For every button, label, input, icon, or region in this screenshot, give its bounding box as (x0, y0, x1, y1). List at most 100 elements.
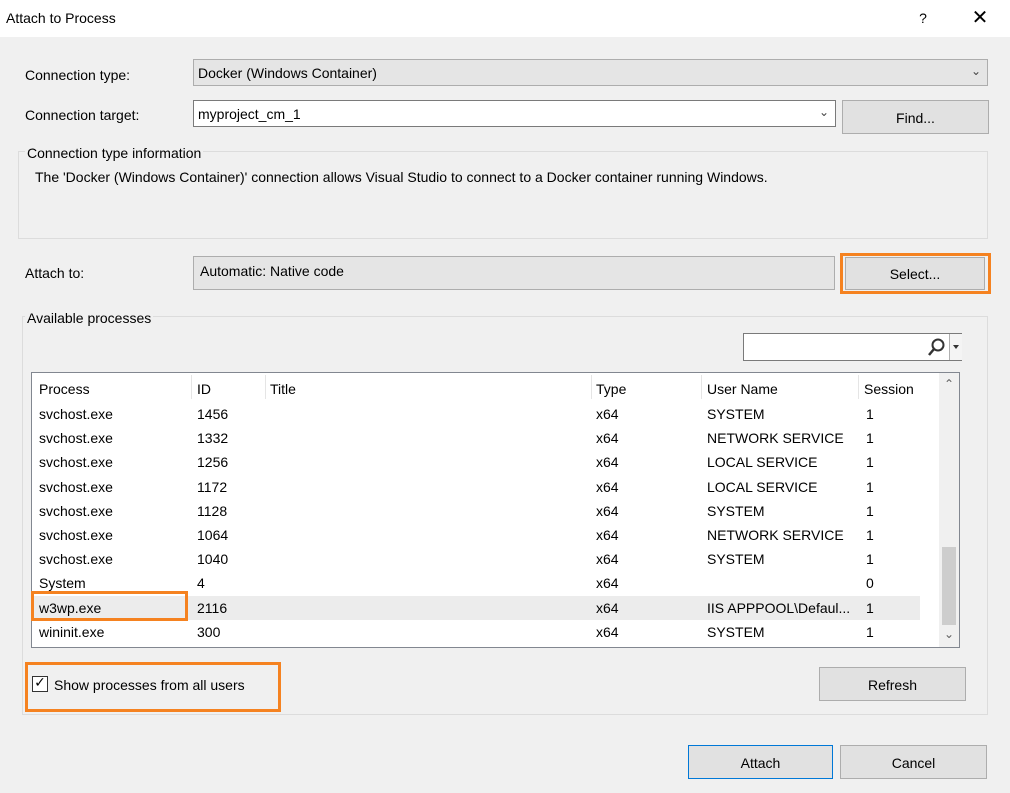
window-title: Attach to Process (6, 10, 116, 26)
cell-user-name: SYSTEM (707, 406, 765, 422)
cell-session: 1 (866, 478, 874, 495)
cell-process: svchost.exe (39, 551, 113, 568)
cell-process: svchost.exe (39, 527, 113, 543)
cell-process: System (39, 575, 86, 592)
column-header-id[interactable]: ID (197, 381, 211, 397)
connection-info-group (18, 151, 988, 239)
process-search-input[interactable] (746, 337, 926, 357)
cell-id: 1172 (197, 478, 228, 495)
connection-type-label: Connection type: (25, 67, 131, 83)
cell-session: 1 (866, 502, 874, 519)
cell-user-name: NETWORK SERVICE (707, 430, 844, 447)
column-header-type[interactable]: Type (596, 381, 626, 397)
column-divider[interactable] (701, 375, 702, 399)
column-divider[interactable] (191, 375, 192, 399)
cell-type: x64 (596, 478, 619, 495)
cell-process: svchost.exe (39, 454, 113, 471)
close-icon: ✕ (971, 7, 989, 29)
table-row[interactable]: svchost.exe 1456 x64 SYSTEM 1 (32, 402, 920, 426)
refresh-button[interactable]: Refresh (819, 667, 966, 701)
cell-type: x64 (596, 502, 619, 519)
scroll-down-icon[interactable]: ⌄ (939, 627, 959, 641)
cell-id: 1456 (197, 406, 229, 422)
cancel-button[interactable]: Cancel (840, 745, 987, 779)
cell-user-name: SYSTEM (707, 551, 765, 568)
cell-session: 1 (866, 454, 874, 471)
cell-user-name: LOCAL SERVICE (707, 478, 818, 495)
cell-id: 1128 (197, 502, 228, 519)
chevron-down-icon[interactable]: ⌄ (819, 105, 829, 119)
scrollbar-thumb[interactable] (942, 547, 956, 625)
cell-type: x64 (596, 551, 619, 568)
connection-target-combobox[interactable]: myproject_cm_1 ⌄ (193, 100, 836, 127)
column-divider[interactable] (591, 375, 592, 399)
search-icon[interactable] (926, 335, 948, 359)
cell-session: 1 (866, 406, 874, 422)
column-divider[interactable] (858, 375, 859, 399)
cell-session: 1 (866, 623, 874, 640)
cell-type: x64 (596, 575, 619, 592)
title-bar: Attach to Process ? ✕ (0, 0, 1010, 37)
connection-type-dropdown[interactable]: Docker (Windows Container) ⌄ (193, 59, 988, 86)
scroll-up-icon[interactable]: ⌃ (939, 377, 959, 391)
column-header-session[interactable]: Session (864, 381, 914, 397)
table-row[interactable]: svchost.exe 1064 x64 NETWORK SERVICE 1 (32, 523, 920, 547)
connection-type-value: Docker (Windows Container) (198, 65, 377, 81)
attach-to-field: Automatic: Native code (193, 256, 835, 290)
process-table-scrollbar[interactable]: ⌃ ⌄ (939, 373, 959, 647)
attach-to-label: Attach to: (25, 265, 85, 281)
cell-session: 1 (866, 599, 874, 616)
table-row[interactable]: svchost.exe 1128 x64 SYSTEM 1 (32, 499, 920, 523)
search-options-dropdown[interactable] (949, 334, 962, 360)
cell-id: 1256 (197, 454, 229, 471)
available-processes-heading: Available processes (25, 310, 154, 326)
cell-id: 1064 (197, 527, 229, 543)
cell-process: svchost.exe (39, 430, 113, 447)
cell-session: 1 (866, 551, 874, 568)
column-header-process[interactable]: Process (39, 381, 90, 397)
select-button-highlight (840, 253, 991, 294)
help-button[interactable]: ? (905, 0, 941, 37)
cell-user-name: SYSTEM (707, 623, 765, 640)
cell-type: x64 (596, 430, 619, 447)
connection-info-heading: Connection type information (25, 145, 204, 161)
cell-process: svchost.exe (39, 502, 113, 519)
w3wp-process-highlight (31, 591, 188, 621)
cell-type: x64 (596, 454, 619, 471)
dropdown-arrow-icon (953, 345, 959, 349)
cell-type: x64 (596, 527, 619, 543)
cell-id: 1332 (197, 430, 229, 447)
attach-to-value: Automatic: Native code (200, 263, 344, 279)
cell-session: 1 (866, 527, 874, 543)
cell-id: 4 (197, 575, 205, 592)
cell-id: 300 (197, 623, 221, 640)
table-row[interactable]: svchost.exe 1172 x64 LOCAL SERVICE 1 (32, 475, 920, 499)
cell-user-name: IIS APPPOOL\Defaul... (707, 599, 851, 616)
cell-user-name: NETWORK SERVICE (707, 527, 844, 543)
table-row[interactable]: svchost.exe 1332 x64 NETWORK SERVICE 1 (32, 426, 920, 450)
cell-process: svchost.exe (39, 406, 113, 422)
cell-session: 1 (866, 430, 874, 447)
column-divider[interactable] (265, 375, 266, 399)
table-row[interactable]: svchost.exe 1040 x64 SYSTEM 1 (32, 547, 920, 571)
column-header-user-name[interactable]: User Name (707, 381, 778, 397)
chevron-down-icon: ⌄ (970, 64, 981, 78)
cell-type: x64 (596, 599, 619, 616)
connection-target-label: Connection target: (25, 107, 140, 123)
connection-target-value: myproject_cm_1 (198, 106, 301, 122)
cell-process: wininit.exe (39, 623, 105, 640)
process-search-box[interactable] (743, 333, 962, 361)
find-button[interactable]: Find... (842, 100, 989, 134)
column-header-title[interactable]: Title (270, 381, 296, 397)
table-row[interactable]: svchost.exe 1256 x64 LOCAL SERVICE 1 (32, 450, 920, 474)
cell-type: x64 (596, 406, 619, 422)
close-button[interactable]: ✕ (960, 0, 1000, 37)
connection-info-text: The 'Docker (Windows Container)' connect… (35, 169, 768, 185)
cell-process: svchost.exe (39, 478, 113, 495)
show-all-users-highlight (25, 662, 281, 712)
cell-session: 0 (866, 575, 874, 592)
attach-button[interactable]: Attach (688, 745, 833, 779)
cell-id: 2116 (197, 599, 228, 616)
cell-user-name: LOCAL SERVICE (707, 454, 818, 471)
table-row[interactable]: wininit.exe 300 x64 SYSTEM 1 (32, 620, 920, 644)
